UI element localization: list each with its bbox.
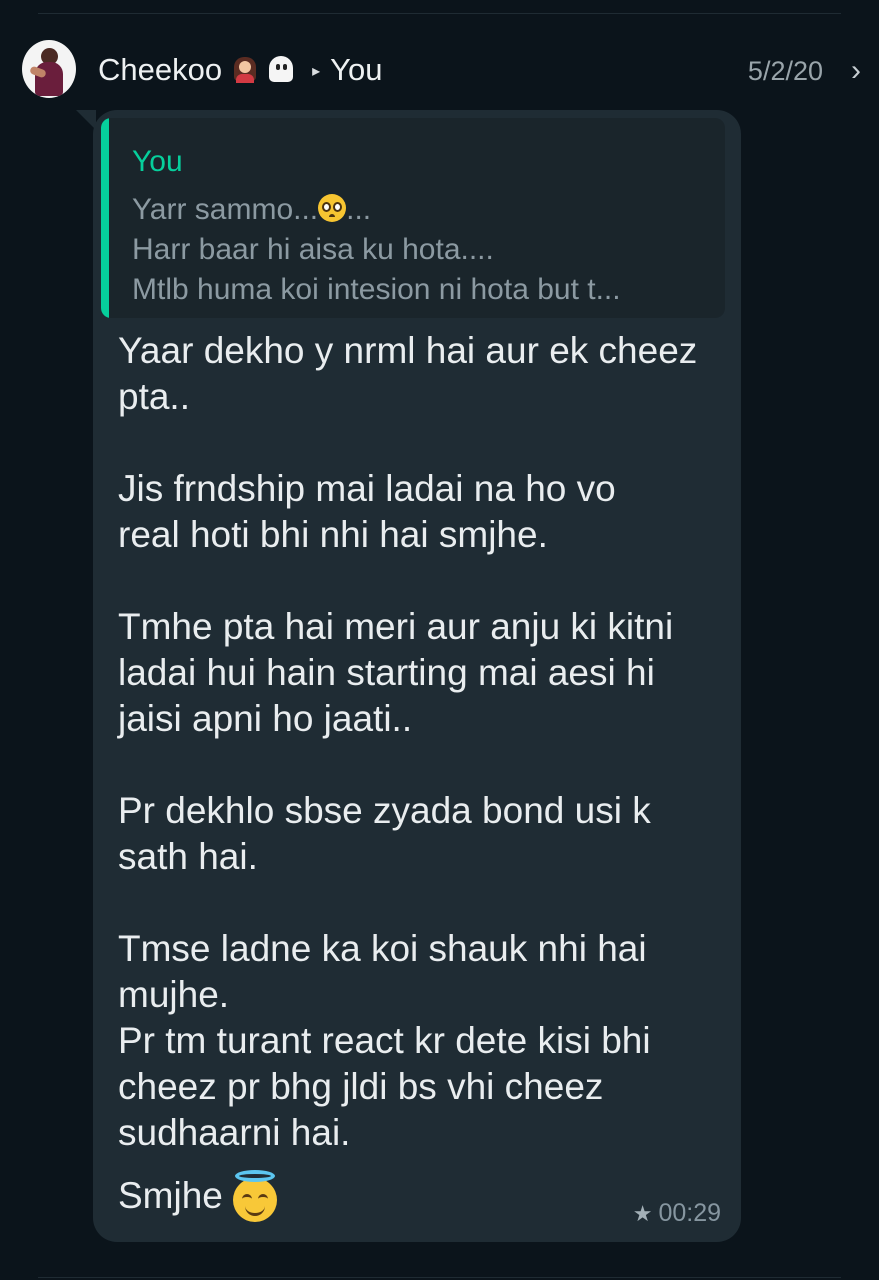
starred-message-header[interactable]: Cheekoo ▸ You 5/2/20 › — [0, 40, 879, 104]
recipient-name: You — [330, 52, 383, 87]
star-icon: ★ — [632, 1201, 653, 1226]
chevron-right-icon[interactable]: › — [851, 54, 861, 88]
message-line: Tmhe pta hai meri aur anju ki kitni — [118, 606, 674, 647]
message-line: pta.. — [118, 376, 190, 417]
message-line: Pr dekhlo sbse zyada bond usi k — [118, 790, 651, 831]
message-line: ladai hui hain starting mai aesi hi — [118, 652, 655, 693]
bottom-divider — [38, 1277, 841, 1278]
message-meta: ★ 00:29 — [633, 1199, 721, 1228]
quote-accent-bar — [101, 118, 109, 318]
smiling-face-with-halo-emoji-icon — [229, 1170, 281, 1222]
message-text: Yaar dekho y nrml hai aur ek cheez pta..… — [118, 328, 728, 1222]
message-line: Pr tm turant react kr dete kisi bhi — [118, 1020, 651, 1061]
avatar-body — [35, 62, 63, 96]
woman-emoji-icon — [232, 55, 258, 83]
pleading-face-emoji-icon — [318, 194, 347, 222]
avatar[interactable] — [22, 40, 76, 98]
top-divider — [38, 13, 841, 14]
message-line: sudhaarni hai. — [118, 1112, 351, 1153]
quote-line: Yarr sammo...... — [132, 193, 372, 226]
ghost-emoji-icon — [266, 54, 296, 84]
sender-line: Cheekoo ▸ You — [98, 52, 382, 88]
quote-text: Yarr sammo...... Harr baar hi aisa ku ho… — [132, 190, 722, 310]
message-line: Yaar dekho y nrml hai aur ek cheez — [118, 330, 698, 371]
quote-line: Harr baar hi aisa ku hota.... — [132, 233, 494, 266]
sender-name: Cheekoo — [98, 52, 223, 87]
message-bubble[interactable]: You Yarr sammo...... Harr baar hi aisa k… — [93, 110, 741, 1242]
arrow-right-icon: ▸ — [312, 63, 321, 80]
quote-author: You — [132, 145, 183, 178]
message-line: sath hai. — [118, 836, 258, 877]
message-line: real hoti bhi nhi hai smjhe. — [118, 514, 548, 555]
message-time: 00:29 — [658, 1199, 721, 1227]
message-line: cheez pr bhg jldi bs vhi cheez — [118, 1066, 604, 1107]
message-line: Jis frndship mai ladai na ho vo — [118, 468, 616, 509]
message-line: Tmse ladne ka koi shauk nhi hai — [118, 928, 647, 969]
message-line: mujhe. — [118, 974, 230, 1015]
quoted-message[interactable]: You Yarr sammo...... Harr baar hi aisa k… — [101, 118, 725, 318]
message-date: 5/2/20 — [747, 56, 823, 86]
message-line: jaisi apni ho jaati.. — [118, 698, 413, 739]
quote-line: Mtlb huma koi intesion ni hota but t... — [132, 273, 621, 306]
